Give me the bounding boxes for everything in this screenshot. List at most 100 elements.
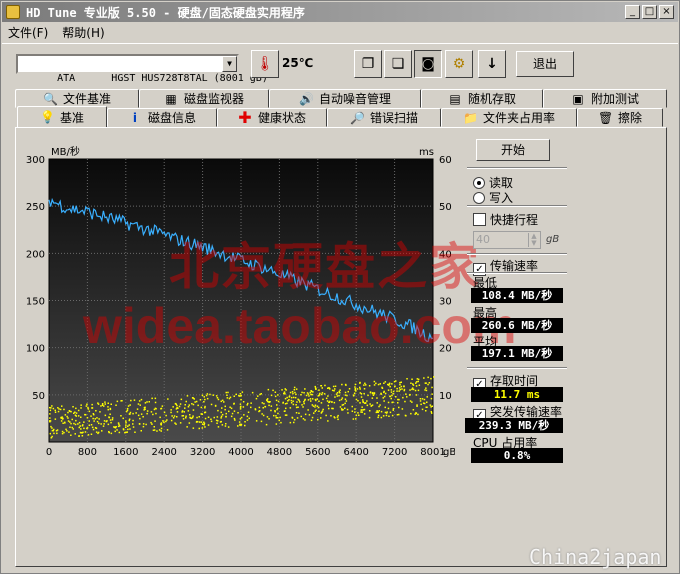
access-time-point xyxy=(150,411,153,413)
access-time-point xyxy=(361,406,363,408)
menu-file[interactable]: 文件(F) xyxy=(8,24,48,41)
access-time-point xyxy=(355,418,357,420)
access-time-point xyxy=(332,407,334,410)
y-tick-label: 250 xyxy=(26,202,45,213)
access-time-point xyxy=(239,406,242,408)
access-time-point xyxy=(166,419,168,421)
access-time-point xyxy=(244,424,246,427)
access-time-point xyxy=(402,396,404,399)
access-time-point xyxy=(414,389,417,392)
access-time-point xyxy=(417,380,419,383)
access-time-point xyxy=(419,400,422,402)
access-time-point xyxy=(355,398,358,401)
access-time-point xyxy=(380,416,383,419)
camera-icon[interactable]: ◙ xyxy=(414,50,442,78)
menu-help[interactable]: 帮助(H) xyxy=(62,24,104,41)
minimize-button[interactable]: _ xyxy=(625,5,640,19)
access-time-point xyxy=(310,400,312,402)
access-time-point xyxy=(128,418,131,420)
tab-extra-tests[interactable]: ▣ 附加测试 xyxy=(543,89,667,108)
tab-random-access[interactable]: ▤ 随机存取 xyxy=(421,89,543,108)
access-time-point xyxy=(409,400,412,402)
access-time-point xyxy=(304,388,306,390)
copy-screenshot-icon[interactable]: ❏ xyxy=(384,50,412,78)
spinner-arrows-icon[interactable]: ▲ ▼ xyxy=(528,233,539,247)
download-arrow-icon[interactable]: ↓ xyxy=(478,50,506,78)
copy-info-icon[interactable]: ❐ xyxy=(354,50,382,78)
access-time-point xyxy=(354,383,357,386)
access-time-point xyxy=(161,405,164,407)
access-time-point xyxy=(387,383,389,386)
access-time-point xyxy=(302,406,304,408)
access-time-point xyxy=(60,420,63,422)
access-time-point xyxy=(91,407,93,409)
access-time-point xyxy=(359,392,362,394)
options-icon[interactable]: ⚙ xyxy=(445,50,473,78)
access-time-point xyxy=(314,404,317,406)
write-radio[interactable]: 写入 xyxy=(473,189,513,206)
access-time-point xyxy=(335,393,338,395)
access-time-point xyxy=(230,407,233,410)
access-time-point xyxy=(336,395,339,397)
access-time-point xyxy=(334,396,336,398)
app-window: HD Tune 专业版 5.50 - 硬盘/固态硬盘实用程序 _ □ × 文件(… xyxy=(0,0,680,574)
access-time-point xyxy=(342,408,344,411)
title-bar[interactable]: HD Tune 专业版 5.50 - 硬盘/固态硬盘实用程序 _ □ × xyxy=(2,2,678,22)
start-button[interactable]: 开始 xyxy=(476,139,550,161)
access-time-point xyxy=(240,423,243,426)
thermometer-icon[interactable]: 🌡 xyxy=(251,50,279,78)
quick-stroke-checkbox[interactable]: 快捷行程 xyxy=(473,211,538,228)
access-time-point xyxy=(285,407,287,410)
exit-button[interactable]: 退出 xyxy=(516,51,574,77)
quick-stroke-spinner[interactable]: 40 ▲ ▼ xyxy=(473,231,541,249)
access-time-point xyxy=(388,415,390,417)
tab-erase[interactable]: 🗑 擦除 xyxy=(577,108,663,127)
access-time-point xyxy=(212,394,214,396)
access-time-point xyxy=(304,413,307,416)
divider xyxy=(467,253,567,255)
access-time-point xyxy=(308,414,311,416)
tab-aam[interactable]: 🔊 自动噪音管理 xyxy=(269,89,421,108)
access-time-point xyxy=(279,416,281,419)
access-time-point xyxy=(207,424,210,426)
access-time-point xyxy=(336,392,339,394)
access-time-point xyxy=(138,400,141,402)
access-time-point xyxy=(339,406,342,408)
y2-tick-label: 60 xyxy=(439,155,452,166)
access-time-point xyxy=(404,400,406,403)
tab-folder-usage[interactable]: 📁 文件夹占用率 xyxy=(441,108,577,127)
access-time-point xyxy=(142,425,145,428)
access-time-point xyxy=(160,408,162,410)
access-time-point xyxy=(309,391,311,394)
access-time-point xyxy=(233,402,235,405)
tab-benchmark[interactable]: 💡 基准 xyxy=(17,106,107,127)
access-time-point xyxy=(307,399,310,401)
access-time-point xyxy=(358,414,360,416)
access-time-point xyxy=(221,407,223,409)
access-time-point xyxy=(360,396,363,398)
close-button[interactable]: × xyxy=(659,5,674,19)
access-time-point xyxy=(82,424,84,426)
access-time-point xyxy=(246,404,248,406)
tab-health[interactable]: ✚ 健康状态 xyxy=(217,108,327,127)
drive-select[interactable]: ATA HGST HUS728T8TAL (8001 gB) ▼ xyxy=(16,54,268,84)
access-time-point xyxy=(68,410,71,412)
access-time-point xyxy=(395,396,397,398)
maximize-button[interactable]: □ xyxy=(642,5,657,19)
tab-error-scan[interactable]: 🔎 错误扫描 xyxy=(327,108,441,127)
access-time-point xyxy=(90,415,92,417)
access-time-point xyxy=(303,392,305,394)
access-time-point xyxy=(109,419,112,421)
access-time-point xyxy=(366,400,368,402)
access-time-point xyxy=(65,428,67,431)
access-time-point xyxy=(325,414,327,417)
tab-disk-info[interactable]: i 磁盘信息 xyxy=(107,108,217,127)
access-time-point xyxy=(214,405,217,407)
access-time-point xyxy=(312,405,315,407)
tab-row-bottom: 💡 基准 i 磁盘信息 ✚ 健康状态 🔎 错误扫描 📁 文件夹占用率 🗑 擦除 xyxy=(17,106,663,127)
access-time-point xyxy=(273,414,275,417)
tab-disk-monitor[interactable]: ▦ 磁盘监视器 xyxy=(139,89,269,108)
access-time-point xyxy=(128,424,130,426)
access-time-point xyxy=(328,401,330,404)
chevron-down-icon[interactable]: ▼ xyxy=(222,56,237,72)
